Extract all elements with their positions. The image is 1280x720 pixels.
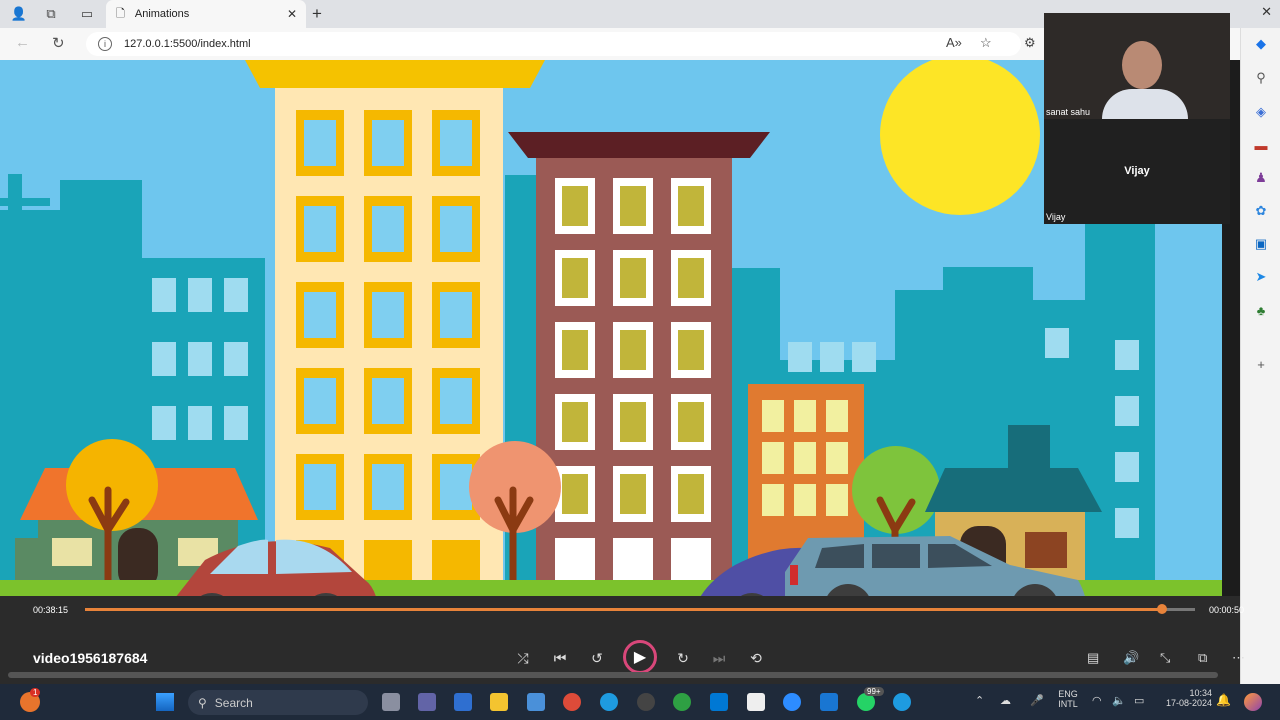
video-player-controls: 00:38:15 00:00:50 video1956187684 ⤮ ⏮ ↺ …	[0, 596, 1245, 684]
clock[interactable]: 10:34 17-08-2024	[1158, 688, 1212, 708]
tab-actions-icon[interactable]: ▭	[76, 4, 98, 24]
new-tab-icon[interactable]: +	[312, 4, 322, 24]
notification-badge: 99+	[864, 687, 884, 696]
horizontal-scrollbar[interactable]	[8, 672, 1218, 678]
play-icon: ▶	[633, 649, 647, 666]
mail-icon[interactable]	[527, 693, 545, 711]
close-tab-icon[interactable]: ✕	[284, 7, 300, 21]
weather-badge: 1	[30, 688, 41, 697]
edge-sidebar: ◆ ⚲ ◈ ▬ ♟ ✿ ▣ ➤ ♣ +	[1240, 28, 1280, 684]
participant-label: Vijay	[1046, 212, 1066, 222]
remaining-time: 00:00:50	[1209, 605, 1245, 615]
store-icon[interactable]	[454, 693, 472, 711]
page-icon: 🗋	[116, 7, 125, 20]
battery-icon[interactable]: ▭	[1134, 694, 1144, 707]
extensions-icon[interactable]: ⚙	[1024, 35, 1036, 51]
speaker-icon[interactable]: 🔈	[1112, 694, 1126, 707]
lang-sub: INTL	[1058, 699, 1078, 709]
clock-time: 10:34	[1189, 688, 1212, 698]
video-title: video1956187684	[33, 650, 148, 666]
play-button[interactable]: ▶	[623, 640, 657, 674]
lang-main: ENG	[1058, 689, 1078, 699]
repeat-off-icon[interactable]: ⟲	[745, 650, 767, 667]
meeting-video-tile[interactable]: sanat sahu	[1044, 13, 1230, 119]
site-info-icon[interactable]: i	[98, 37, 112, 51]
settings-icon[interactable]	[637, 693, 655, 711]
send-icon[interactable]: ➤	[1251, 267, 1271, 287]
zoom-icon[interactable]	[783, 693, 801, 711]
onedrive-icon[interactable]: ☁	[1000, 694, 1011, 707]
elapsed-time: 00:38:15	[33, 605, 69, 615]
microphone-icon[interactable]: 🎤	[1030, 694, 1044, 707]
favorite-star-icon[interactable]: ☆	[980, 35, 992, 51]
file-explorer-icon[interactable]	[490, 693, 508, 711]
photos-icon[interactable]	[820, 693, 838, 711]
workspaces-icon[interactable]: ⧉	[40, 4, 62, 24]
search-placeholder: Search	[214, 695, 253, 710]
clock-date: 17-08-2024	[1165, 698, 1212, 708]
volume-icon[interactable]: 🔊	[1123, 650, 1139, 666]
add-sidebar-icon[interactable]: +	[1251, 354, 1271, 374]
url-field[interactable]: i 127.0.0.1:5500/index.html	[86, 32, 1021, 56]
vscode-icon[interactable]	[710, 693, 728, 711]
taskbar-search[interactable]: ⚲ Search	[188, 690, 368, 715]
teams-icon[interactable]	[418, 693, 436, 711]
start-button[interactable]	[156, 693, 174, 711]
city-animation-canvas	[0, 60, 1222, 596]
shuffle-icon[interactable]: ⤮	[512, 650, 534, 667]
participant-avatar	[1122, 41, 1162, 89]
tree-icon[interactable]: ♣	[1251, 300, 1271, 320]
chrome-icon[interactable]	[563, 693, 581, 711]
language-indicator[interactable]: ENG INTL	[1055, 689, 1081, 709]
seek-bar[interactable]	[85, 604, 1195, 614]
tab-title: Animations	[134, 8, 190, 20]
chevron-up-icon[interactable]: ⌃	[975, 694, 984, 707]
app-icon[interactable]	[673, 693, 691, 711]
windows-taskbar: 1 ⚲ Search 99+ ⌃ ☁ 🎤 ENG INTL ◠ 🔈 ▭ 10:3…	[0, 684, 1280, 720]
profile-icon[interactable]: 👤	[8, 4, 30, 24]
shopping-tag-icon[interactable]: ◈	[1251, 102, 1271, 122]
meeting-audio-tile[interactable]: Vijay Vijay	[1044, 119, 1230, 224]
previous-icon[interactable]: ⏮	[549, 650, 571, 667]
participant-shirt	[1102, 89, 1188, 119]
miniplayer-icon[interactable]: ⧉	[1198, 650, 1207, 666]
edge-dev-icon[interactable]	[893, 693, 911, 711]
read-aloud-icon[interactable]: A»	[946, 35, 962, 50]
task-view-icon[interactable]	[382, 693, 400, 711]
edge-icon[interactable]	[600, 693, 618, 711]
copilot-icon[interactable]: ◆	[1251, 34, 1271, 54]
office-icon[interactable]: ✿	[1251, 201, 1271, 221]
wifi-icon[interactable]: ◠	[1092, 694, 1102, 707]
next-icon[interactable]: ⏭	[708, 650, 730, 667]
exit-fullscreen-icon[interactable]: ⤡	[1160, 650, 1170, 666]
tab-animations[interactable]: 🗋 Animations ✕	[106, 0, 306, 28]
games-icon[interactable]: ♟	[1251, 168, 1271, 188]
participant-display-name: Vijay	[1124, 165, 1150, 177]
captions-icon[interactable]: ▤	[1087, 650, 1099, 666]
outlook-icon[interactable]: ▣	[1251, 234, 1271, 254]
copilot-taskbar-icon[interactable]	[1244, 693, 1262, 711]
rewind-10-icon[interactable]: ↺	[586, 650, 608, 667]
participant-name: sanat sahu	[1046, 107, 1091, 117]
forward-30-icon[interactable]: ↻	[672, 650, 694, 667]
tools-icon[interactable]: ▬	[1251, 135, 1271, 155]
seek-progress	[85, 608, 1162, 611]
bell-icon[interactable]: 🔔	[1216, 693, 1231, 707]
url-text: 127.0.0.1:5500/index.html	[124, 38, 251, 50]
search-icon[interactable]: ⚲	[1251, 68, 1271, 88]
search-icon: ⚲	[198, 695, 207, 710]
refresh-icon[interactable]: ↻	[52, 34, 65, 52]
app-window-icon[interactable]	[747, 693, 765, 711]
more-options-icon[interactable]: ⋯	[1232, 650, 1245, 666]
close-window-icon[interactable]: ✕	[1261, 4, 1272, 20]
seek-handle[interactable]	[1156, 604, 1167, 614]
back-icon[interactable]: ←	[15, 34, 30, 51]
